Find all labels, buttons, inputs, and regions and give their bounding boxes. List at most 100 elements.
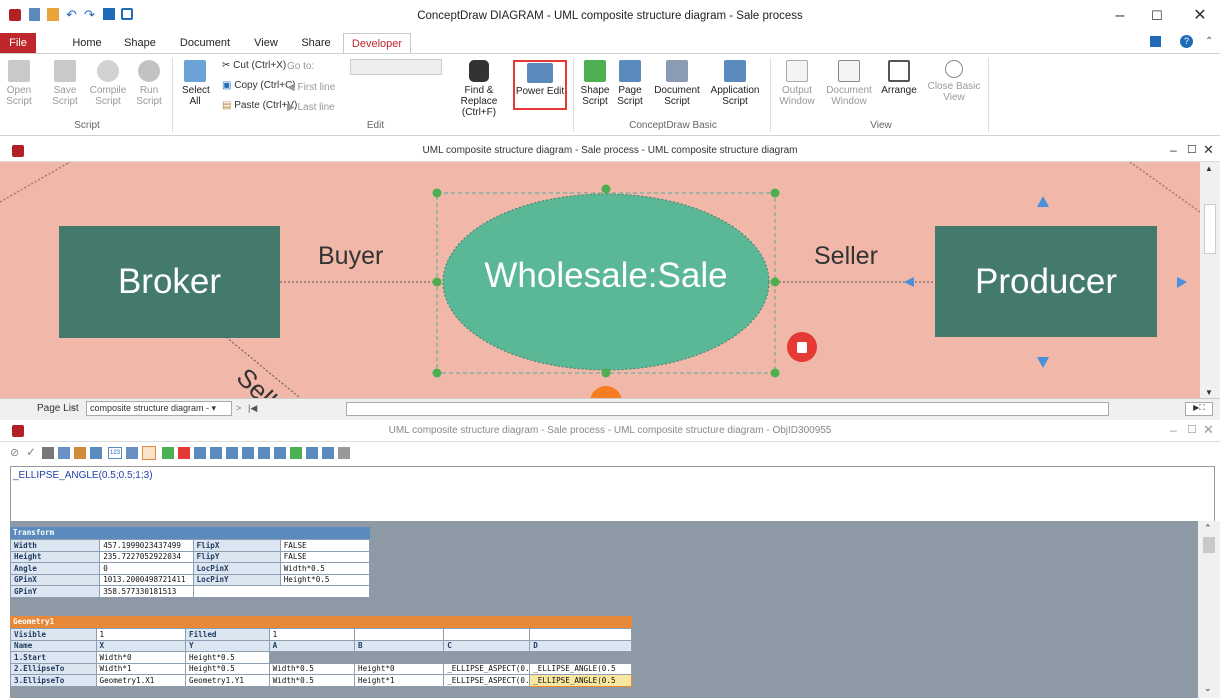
toolbar-icon[interactable] (322, 447, 334, 459)
delete-row-icon[interactable] (178, 447, 190, 459)
selection-handle[interactable] (432, 188, 442, 198)
column-header[interactable]: B (354, 639, 445, 652)
cell-value[interactable]: Width*0.5 (268, 662, 356, 675)
cell-name[interactable]: Angle (10, 562, 101, 575)
column-header[interactable]: Name (10, 639, 97, 652)
column-header[interactable]: X (95, 639, 187, 652)
help-icon[interactable]: ? (1180, 35, 1193, 48)
power-edit-button[interactable]: Power Edit (513, 60, 567, 110)
scroll-up-icon[interactable]: ⌃ (1204, 523, 1212, 534)
select-all-button[interactable]: Select All (182, 60, 210, 107)
selection-handle[interactable] (770, 368, 780, 378)
cell-value-selected[interactable]: _ELLIPSE_ANGLE(0.5 (529, 674, 632, 687)
cell-value[interactable]: _ELLIPSE_ASPECT(0.5 (443, 662, 531, 675)
cell-name[interactable]: Filled (185, 628, 270, 641)
tab-home[interactable]: Home (67, 33, 107, 53)
cell-value[interactable]: Geometry1.X1 (95, 674, 187, 687)
last-line-button[interactable]: ▶ Last line (287, 102, 335, 114)
seller-label[interactable]: Seller (814, 242, 878, 271)
sheet-close-button[interactable]: ✕ (1203, 422, 1214, 438)
page-next-icon[interactable]: > (236, 403, 241, 413)
cell-value[interactable]: Geometry1.Y1 (185, 674, 270, 687)
cell-value[interactable]: Height*1 (354, 674, 445, 687)
tab-shape[interactable]: Shape (120, 33, 160, 53)
buyer-label[interactable]: Buyer (318, 242, 383, 271)
tab-view[interactable]: View (249, 33, 283, 53)
layout-icon[interactable] (1150, 36, 1161, 47)
cell-value[interactable]: Width*0.5 (279, 562, 371, 575)
arrow-up-icon[interactable] (1037, 196, 1049, 207)
cell-value[interactable]: Height*0.5 (279, 573, 371, 586)
scroll-up-icon[interactable]: ▲ (1205, 164, 1213, 173)
cell-name[interactable]: 1.Start (10, 651, 97, 664)
numeric-icon[interactable]: 123 (108, 447, 122, 459)
arrange-button[interactable]: Arrange (877, 60, 921, 96)
scroll-down-icon[interactable]: ⌄ (1204, 683, 1212, 694)
toolbar-icon[interactable] (226, 447, 238, 459)
cell-name[interactable]: Visible (10, 628, 97, 641)
page-script-button[interactable]: Page Script (614, 60, 646, 107)
open-script-button[interactable]: Open Script (4, 60, 34, 107)
find-replace-button[interactable]: Find & Replace (Ctrl+F) (450, 60, 508, 118)
document-window-button[interactable]: Document Window (824, 60, 874, 107)
doc-close-button[interactable]: ✕ (1203, 142, 1214, 158)
toolbar-icon[interactable] (274, 447, 286, 459)
selection-handle[interactable] (432, 368, 442, 378)
cell-value[interactable]: 358.577330181513 (99, 585, 194, 598)
formula-text[interactable]: _ELLIPSE_ANGLE(0.5;0.5;1;3) (11, 467, 1214, 484)
toolbar-icon[interactable] (258, 447, 270, 459)
cell-value[interactable]: _ELLIPSE_ASPECT(0.5 (443, 674, 531, 687)
toolbar-icon[interactable] (126, 447, 138, 459)
rotate-icon[interactable] (590, 386, 622, 398)
cell-value[interactable]: Width*0.5 (268, 674, 356, 687)
doc-maximize-button[interactable]: ☐ (1187, 143, 1197, 156)
cancel-icon[interactable]: ⊘ (10, 446, 19, 459)
cell-value[interactable]: Height*0 (354, 662, 445, 675)
producer-shape[interactable]: Producer (935, 226, 1157, 337)
cell-value[interactable]: 235.7227052922034 (99, 550, 194, 563)
application-script-button[interactable]: Application Script (706, 60, 764, 107)
horizontal-scrollbar[interactable] (346, 402, 1109, 416)
cell-name[interactable]: 3.EllipseTo (10, 674, 97, 687)
column-header[interactable]: Y (185, 639, 270, 652)
toolbar-icon[interactable] (90, 447, 102, 459)
diagram-canvas[interactable]: Broker Wholesale:Sale Producer Buyer Sel… (0, 162, 1200, 398)
cell-name[interactable]: Height (10, 550, 101, 563)
accept-icon[interactable]: ✓ (26, 445, 36, 459)
toolbar-icon[interactable] (338, 447, 350, 459)
cell-value[interactable]: Width*1 (95, 662, 187, 675)
cell-value[interactable]: Width*0 (95, 651, 187, 664)
tab-document[interactable]: Document (176, 33, 234, 53)
cell-name[interactable]: 2.EllipseTo (10, 662, 97, 675)
document-script-button[interactable]: Document Script (649, 60, 705, 107)
formula-icon[interactable] (142, 446, 156, 460)
sheet-maximize-button[interactable]: ☐ (1187, 423, 1197, 436)
cell-value[interactable]: 1013.2000498721411 (99, 573, 194, 586)
toolbar-icon[interactable] (74, 447, 86, 459)
cell-value[interactable]: 1 (95, 628, 187, 641)
save-script-button[interactable]: Save Script (50, 60, 80, 107)
toolbar-icon[interactable] (290, 447, 302, 459)
toolbar-icon[interactable] (306, 447, 318, 459)
cell-name[interactable]: FlipY (192, 550, 281, 563)
page-end-icon[interactable]: |◀ (248, 403, 257, 414)
maximize-button[interactable]: ☐ (1147, 6, 1167, 26)
toolbar-icon[interactable] (58, 447, 70, 459)
run-script-button[interactable]: Run Script (134, 60, 164, 107)
compile-script-button[interactable]: Compile Script (88, 60, 128, 107)
page-prev-icon[interactable]: < (71, 403, 76, 413)
sheet-minimize-button[interactable]: – (1170, 423, 1177, 437)
column-header[interactable]: A (268, 639, 356, 652)
toolbar-icon[interactable] (242, 447, 254, 459)
cell-name[interactable]: LocPinY (192, 573, 281, 586)
collapse-ribbon-icon[interactable]: ⌃ (1205, 36, 1213, 47)
canvas-vertical-scrollbar[interactable]: ▲ ▼ (1200, 162, 1220, 398)
minimize-button[interactable]: – (1110, 6, 1130, 26)
cell-value[interactable]: FALSE (279, 539, 371, 552)
shape-script-button[interactable]: Shape Script (578, 60, 612, 107)
tab-file[interactable]: File (0, 33, 36, 53)
cell-value[interactable]: Height*0.5 (185, 651, 270, 664)
insert-row-icon[interactable] (162, 447, 174, 459)
grid-vertical-scrollbar[interactable]: ⌃ ⌄ (1198, 521, 1220, 698)
scroll-down-icon[interactable]: ▼ (1205, 388, 1213, 397)
